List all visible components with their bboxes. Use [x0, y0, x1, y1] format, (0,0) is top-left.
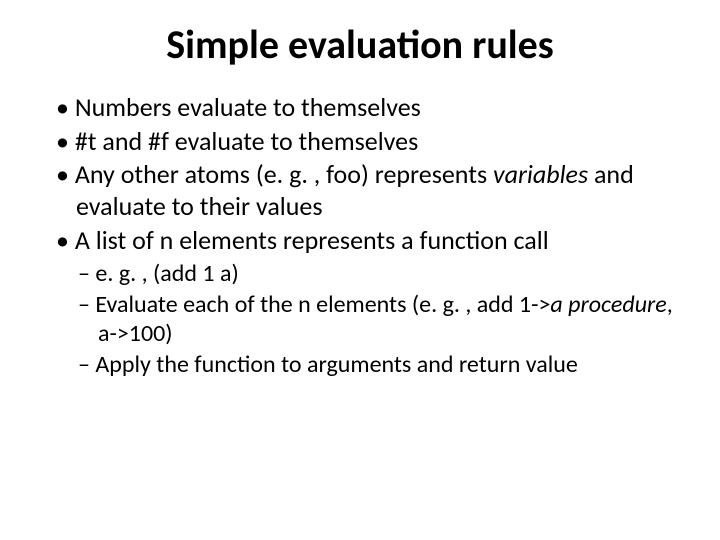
bullet-item: A list of n elements represents a functi… [56, 225, 680, 257]
sub-bullet-item: e. g. , (add 1 a) [78, 259, 680, 288]
sub-bullet-item: Evaluate each of the n elements (e. g. ,… [78, 290, 680, 349]
bullet-text: A list of n elements represents a functi… [75, 224, 549, 256]
bullet-text: #t and #f evaluate to themselves [75, 125, 418, 157]
slide-title: Simple evaluation rules [0, 20, 720, 69]
slide: Simple evaluation rules Numbers evaluate… [0, 0, 720, 540]
dash-icon [78, 290, 95, 319]
sub-bullet-text: Apply the function to arguments and retu… [95, 350, 577, 379]
bullet-text: Any other atoms (e. g. , foo) represents [75, 158, 493, 190]
sub-bullet-item: Apply the function to arguments and retu… [78, 350, 680, 379]
sub-bullet-text-emph: a procedure [550, 290, 666, 319]
sub-bullet-text: Evaluate each of the n elements (e. g. ,… [95, 290, 550, 319]
bullet-icon [56, 158, 75, 190]
bullet-text-emph: variables [493, 158, 588, 190]
bullet-item: #t and #f evaluate to themselves [56, 126, 680, 158]
bullet-item: Any other atoms (e. g. , foo) represents… [56, 159, 680, 222]
bullet-item: Numbers evaluate to themselves [56, 92, 680, 124]
bullet-icon [56, 125, 75, 157]
bullet-text: Numbers evaluate to themselves [75, 91, 421, 123]
dash-icon [78, 259, 95, 288]
bullet-icon [56, 91, 75, 123]
dash-icon [78, 350, 95, 379]
slide-body: Numbers evaluate to themselves #t and #f… [56, 92, 680, 382]
bullet-icon [56, 224, 75, 256]
sub-bullet-text: e. g. , (add 1 a) [95, 259, 238, 288]
